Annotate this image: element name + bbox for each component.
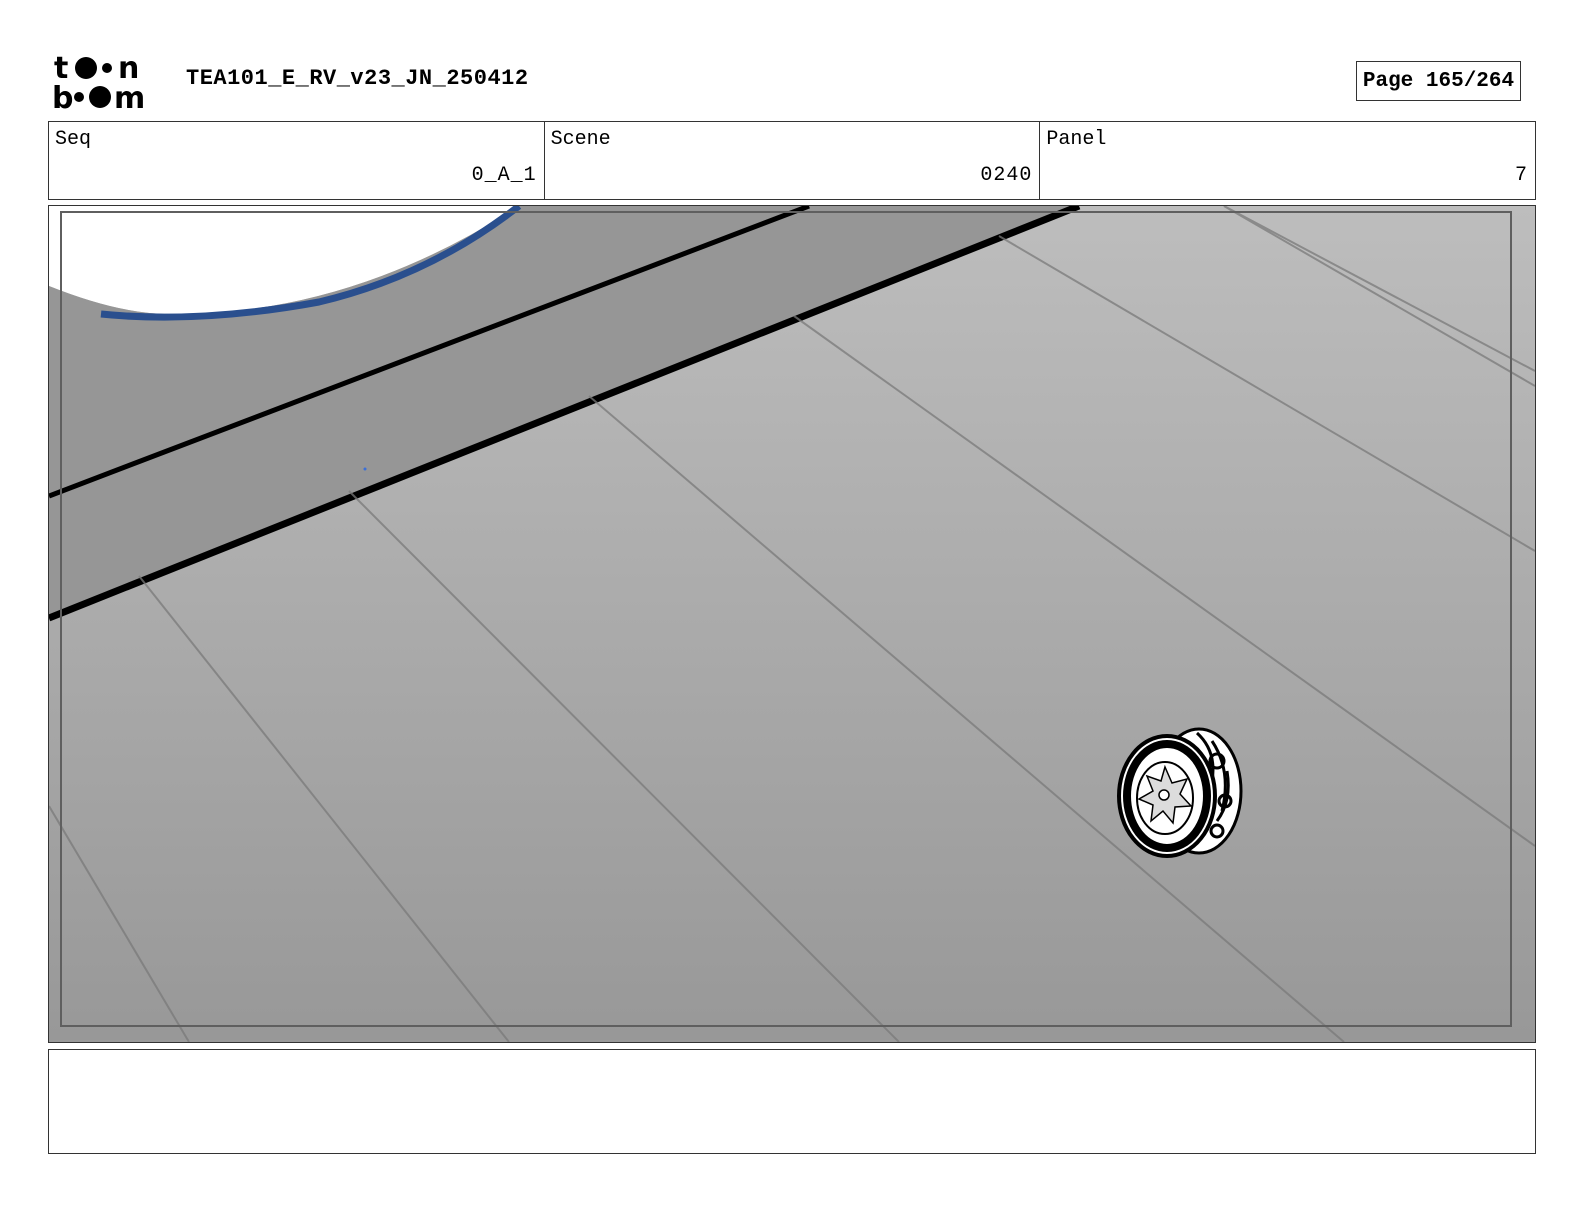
ornate-wheel: [1117, 727, 1243, 858]
document-title: TEA101_E_RV_v23_JN_250412: [186, 66, 529, 91]
scene-cell: Scene 0240: [545, 122, 1041, 199]
page-number: Page 165/264: [1356, 61, 1521, 101]
panel-label: Panel: [1046, 128, 1107, 151]
svg-text:m: m: [114, 81, 145, 110]
seq-value: 0_A_1: [471, 164, 537, 187]
scene-label: Scene: [550, 128, 611, 151]
panel-drawing: [49, 206, 1535, 1042]
storyboard-panel: [48, 205, 1536, 1043]
scene-value: 0240: [980, 164, 1033, 187]
svg-text:b: b: [52, 81, 73, 110]
toon-boom-logo: t n b m: [52, 52, 145, 110]
panel-value: 7: [1515, 164, 1529, 187]
seq-label: Seq: [55, 128, 92, 151]
seq-cell: Seq 0_A_1: [49, 122, 545, 199]
info-table: Seq 0_A_1 Scene 0240 Panel 7: [48, 121, 1536, 200]
blue-dot: [363, 467, 367, 471]
panel-cell: Panel 7: [1040, 122, 1535, 199]
dialogue-box: [48, 1049, 1536, 1154]
